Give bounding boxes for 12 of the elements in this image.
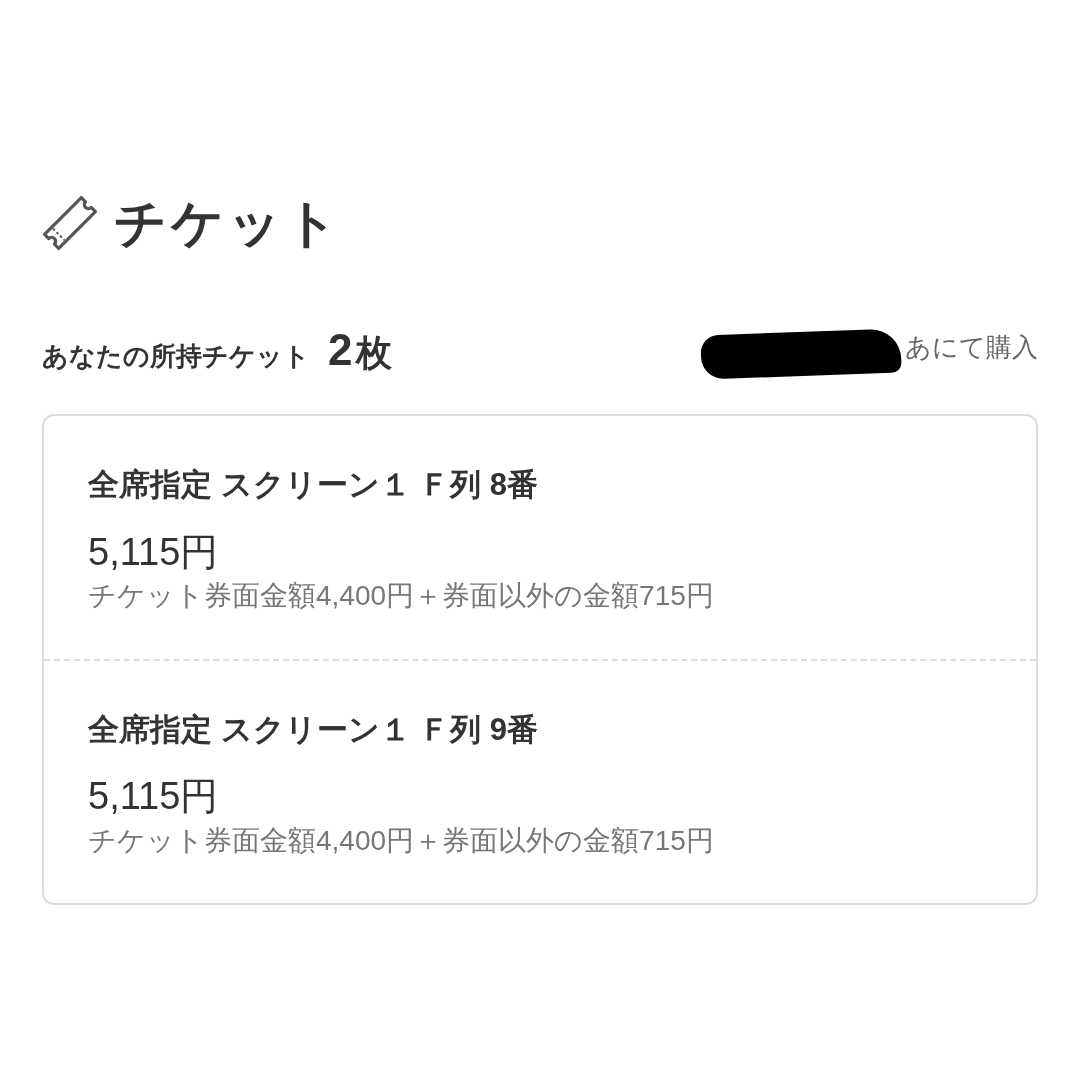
seat-label: 全席指定 スクリーン１ Ｆ列 9番 (88, 710, 540, 748)
count-unit: 枚 (356, 331, 393, 376)
section-title: チケット (114, 193, 342, 254)
ticket-count: 2 (328, 325, 353, 376)
price-breakdown: チケット券面金額4,400円＋券面以外の金額715円 (88, 823, 715, 858)
ticket-icon (42, 195, 98, 252)
ticket-price: 5,115円 (88, 529, 220, 575)
owned-tickets-label: あなたの所持チケット (42, 340, 310, 374)
purchase-note: あにて購入 (905, 330, 1038, 364)
seat-label: 全席指定 スクリーン１ Ｆ列 8番 (88, 466, 540, 504)
price-breakdown: チケット券面金額4,400円＋券面以外の金額715円 (88, 579, 715, 613)
ticket-price: 5,115円 (88, 773, 220, 819)
